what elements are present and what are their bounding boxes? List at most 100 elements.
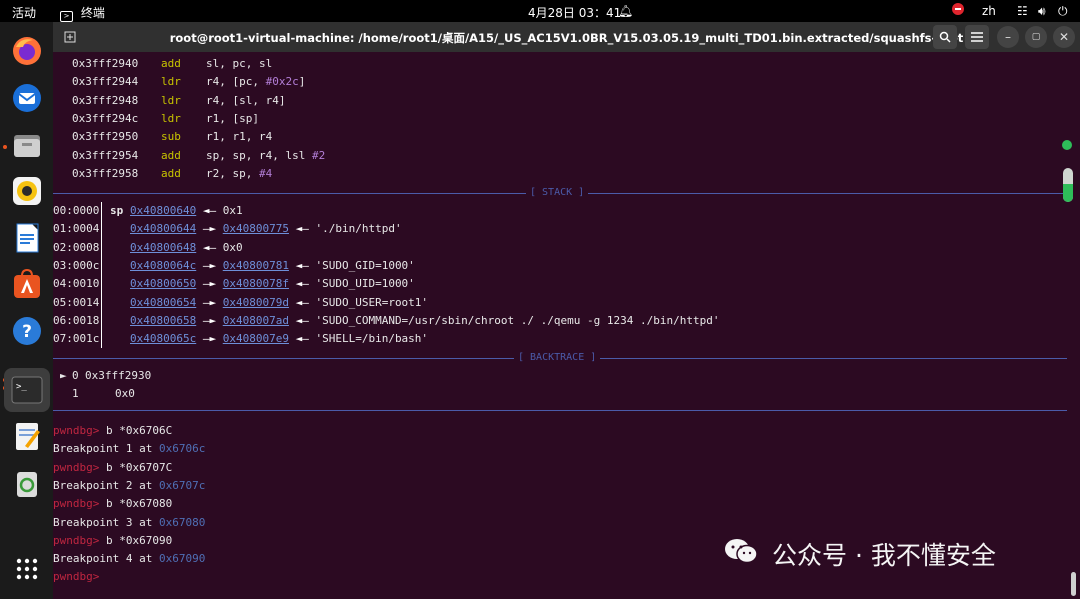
thunderbird-icon[interactable] bbox=[8, 79, 46, 117]
stack-pointer-link[interactable]: 0x4080079d bbox=[223, 296, 289, 309]
stack-row: 05:0014 0x40800654 —► 0x4080079d ◄— 'SUDO… bbox=[53, 296, 428, 312]
stack-row: 04:0010 0x40800650 —► 0x4080078f ◄— 'SUDO… bbox=[53, 277, 415, 293]
arrow-icon: —► bbox=[196, 258, 223, 272]
stack-offset: 03:000c bbox=[53, 258, 100, 272]
rhythmbox-icon[interactable] bbox=[8, 172, 46, 210]
gdb-prompt: pwndbg> bbox=[53, 570, 100, 584]
power-icon[interactable]: ⏻ bbox=[1058, 4, 1068, 19]
frame-address: 0x0 bbox=[115, 387, 135, 401]
stack-value: './bin/httpd' bbox=[315, 222, 402, 236]
dock: ? >_ bbox=[0, 22, 53, 599]
stack-row: 02:0008 0x40800648 ◄— 0x0 bbox=[53, 241, 243, 257]
instruction-operands: sp, sp, r4, lsl bbox=[206, 148, 312, 162]
arrow-icon: —► bbox=[196, 277, 223, 291]
breakpoint-address: 0x67090 bbox=[158, 552, 206, 566]
stack-pointer-link[interactable]: 0x4080064c bbox=[130, 259, 196, 272]
close-button[interactable]: ✕ bbox=[1053, 26, 1075, 48]
active-prompt[interactable]: pwndbg> bbox=[53, 570, 99, 586]
stack-pointer-link[interactable]: 0x4080078f bbox=[223, 277, 289, 290]
menu-button[interactable] bbox=[965, 25, 989, 49]
arrow-icon: —► bbox=[196, 295, 223, 309]
gdb-prompt: pwndbg> bbox=[53, 497, 100, 511]
terminal-output[interactable]: 0x3fff2940 add sl, pc, sl 0x3fff2944 ldr r4, … bbox=[53, 52, 1067, 599]
stack-value: 'SUDO_COMMAND=/usr/sbin/chroot ./ ./qemu… bbox=[315, 313, 720, 327]
stack-pointer-link[interactable]: 0x40800640 bbox=[130, 204, 196, 217]
stack-pointer-link[interactable]: 0x408007e9 bbox=[223, 332, 289, 345]
instruction-operand-tail: ] bbox=[298, 75, 306, 89]
breakpoint-text: Breakpoint 1 at bbox=[53, 442, 159, 456]
terminal-icon: > bbox=[60, 11, 73, 22]
command-text: b *0x6707C bbox=[105, 460, 173, 474]
no-disturb-icon[interactable] bbox=[952, 3, 964, 18]
instruction-address: 0x3fff2950 bbox=[72, 130, 139, 144]
command-text: b *0x67080 bbox=[105, 497, 173, 511]
stack-value: 'SHELL=/bin/bash' bbox=[315, 332, 429, 346]
firefox-icon[interactable] bbox=[8, 32, 46, 70]
command-line: pwndbg> b *0x67080 bbox=[53, 497, 172, 513]
clock[interactable]: 4月28日 03：41 bbox=[528, 4, 621, 21]
stack-pointer-link[interactable]: 0x4080065c bbox=[130, 332, 196, 345]
stack-value: 'SUDO_USER=root1' bbox=[315, 295, 429, 309]
instruction-address: 0x3fff2954 bbox=[72, 148, 139, 162]
network-icon[interactable]: ☷ bbox=[1017, 4, 1028, 18]
search-icon bbox=[939, 31, 951, 43]
stack-pointer-link[interactable]: 0x40800644 bbox=[130, 222, 196, 235]
command-text: b *0x6706C bbox=[105, 424, 173, 437]
terminal-header-bar: root@root1-virtual-machine: /home/root1/… bbox=[53, 22, 1080, 52]
wechat-icon bbox=[725, 539, 758, 564]
instruction-immediate: #0x2c bbox=[265, 75, 299, 89]
bell-icon[interactable]: 🔔︎ bbox=[618, 4, 633, 18]
arrow-icon: ◄— bbox=[288, 277, 316, 291]
files-icon[interactable] bbox=[8, 126, 46, 164]
help-icon[interactable]: ? bbox=[8, 312, 46, 350]
activities-button[interactable]: 活动 bbox=[12, 4, 36, 21]
stack-pointer-link[interactable]: 0x40800648 bbox=[130, 241, 196, 254]
breakpoint-response: Breakpoint 2 at 0x6707c bbox=[53, 479, 205, 495]
language-indicator[interactable]: zh bbox=[982, 4, 996, 18]
stack-pointer-link[interactable]: 0x40800650 bbox=[130, 277, 196, 290]
stack-offset: 00:0000 bbox=[53, 204, 100, 217]
show-apps-icon[interactable] bbox=[8, 550, 46, 588]
text-editor-icon[interactable] bbox=[8, 417, 46, 455]
minimize-button[interactable]: – bbox=[997, 26, 1019, 48]
app-store-icon[interactable] bbox=[8, 265, 46, 303]
terminal-app-menu[interactable]: > 终端 bbox=[60, 4, 105, 22]
trash-icon[interactable] bbox=[8, 464, 46, 502]
hamburger-icon bbox=[971, 32, 983, 42]
search-button[interactable] bbox=[933, 25, 957, 49]
minimize-icon: – bbox=[1005, 30, 1011, 44]
stack-divider bbox=[101, 202, 102, 348]
instruction-address: 0x3fff294c bbox=[72, 111, 139, 125]
instruction-operands: r4, [pc, bbox=[206, 75, 266, 89]
libreoffice-writer-icon[interactable] bbox=[8, 219, 46, 257]
scrollbar-thumb[interactable] bbox=[1071, 572, 1076, 596]
arrow-icon: ◄— bbox=[288, 313, 316, 327]
stack-pointer-link[interactable]: 0x40800658 bbox=[130, 314, 196, 327]
instruction-address: 0x3fff2940 bbox=[72, 57, 139, 70]
stack-pointer-link[interactable]: 0x40800654 bbox=[130, 296, 196, 309]
stack-pointer-link[interactable]: 0x40800775 bbox=[223, 222, 289, 235]
frame-number: 0 bbox=[72, 369, 79, 382]
command-line: pwndbg> b *0x6706C bbox=[53, 424, 172, 440]
arrow-icon: ◄— bbox=[196, 204, 223, 217]
disasm-line: 0x3fff2940 add sl, pc, sl bbox=[72, 57, 272, 73]
instruction-address: 0x3fff2944 bbox=[72, 75, 139, 89]
stack-row: 07:001c 0x4080065c —► 0x408007e9 ◄— 'SHEL… bbox=[53, 332, 428, 348]
gdb-prompt: pwndbg> bbox=[53, 533, 100, 547]
maximize-button[interactable]: ▢ bbox=[1025, 26, 1047, 48]
stack-row: 01:0004 0x40800644 —► 0x40800775 ◄— './bi… bbox=[53, 222, 402, 238]
terminal-dock-icon[interactable]: >_ bbox=[4, 368, 50, 412]
arrow-icon: —► bbox=[196, 222, 223, 236]
stack-offset: 04:0010 bbox=[53, 277, 100, 291]
instruction-mnemonic: sub bbox=[161, 130, 181, 144]
stack-value: 0x1 bbox=[222, 204, 243, 217]
arrow-icon: ◄— bbox=[288, 332, 316, 346]
instruction-operands: sl, pc, sl bbox=[206, 57, 273, 70]
stack-pointer-link[interactable]: 0x40800781 bbox=[223, 259, 289, 272]
command-line: pwndbg> b *0x67090 bbox=[53, 534, 172, 550]
volume-icon[interactable]: 🔊︎ bbox=[1038, 4, 1046, 19]
instruction-mnemonic: ldr bbox=[161, 111, 181, 125]
stack-pointer-link[interactable]: 0x408007ad bbox=[223, 314, 289, 327]
arrow-icon: ◄— bbox=[288, 295, 316, 309]
instruction-mnemonic: ldr bbox=[161, 75, 181, 89]
